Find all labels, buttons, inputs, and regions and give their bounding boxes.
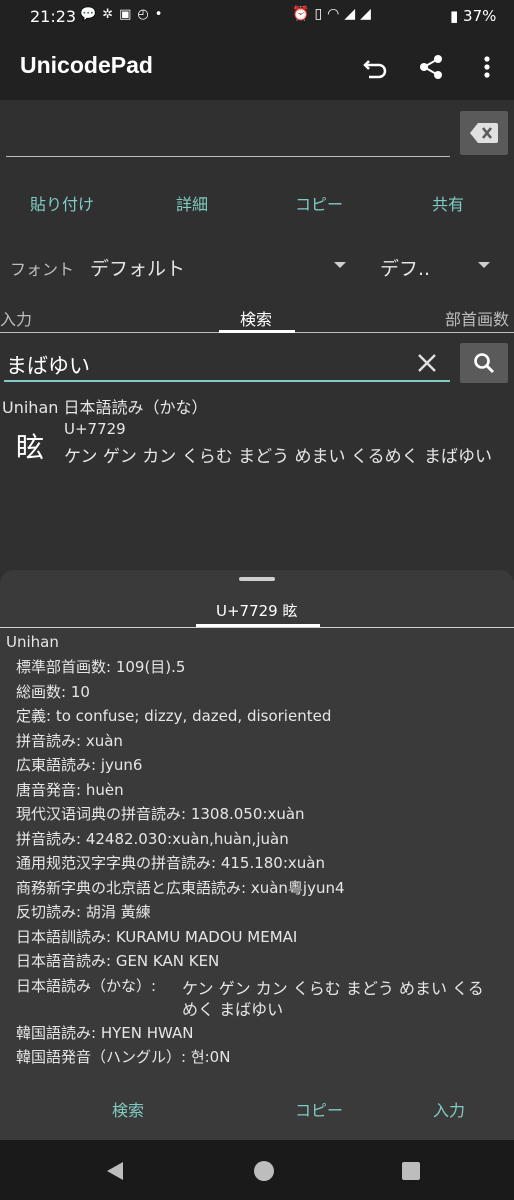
backspace-button[interactable] <box>460 111 508 155</box>
font-dropdown-2[interactable]: デフ.. <box>376 248 496 282</box>
main-panel: 貼り付け 詳細 コピー 共有 フォント デフォルト デフ.. 入力 検索 部首画… <box>0 100 514 570</box>
result-glyph: 眩 <box>16 431 45 464</box>
navigation-bar <box>0 1140 514 1200</box>
undo-icon[interactable] <box>360 52 390 82</box>
back-icon[interactable] <box>104 1160 126 1182</box>
search-input[interactable]: まばゆい <box>4 344 450 384</box>
font-dropdown-2-value: デフ.. <box>380 258 431 280</box>
font-label: フォント <box>10 260 75 279</box>
result-code: U+7729 <box>64 420 126 438</box>
copy-button[interactable]: コピー <box>295 191 343 215</box>
dot-icon: • <box>154 7 169 22</box>
info-line: 通用规范汉字字典の拼音読み: 415.180:xuàn <box>16 854 325 872</box>
more-options-icon[interactable] <box>472 52 502 82</box>
kana-value-line2: めく まばゆい <box>182 1000 284 1019</box>
info-line: 拼音読み: xuàn <box>16 731 123 750</box>
signal2-icon: ◢ <box>360 6 376 22</box>
clear-icon[interactable] <box>416 352 438 374</box>
info-line: 定義: to confuse; dizzy, dazed, disoriente… <box>16 707 332 725</box>
app-bar: UnicodePad <box>0 34 514 100</box>
app-title: UnicodePad <box>20 52 153 78</box>
char-input[interactable] <box>6 110 450 154</box>
info-line: 唐音発音: huèn <box>16 780 124 799</box>
share-icon[interactable] <box>416 52 446 82</box>
tab-indicator <box>219 330 295 333</box>
status-bar: 21:23 💬✲▣◴• ⏰▯◠◢◢ ▮ 37% <box>0 0 514 34</box>
info-line: 反切読み: 胡涓 黃練 <box>16 903 151 921</box>
info-line: 拼音読み: 42482.030:xuàn,huàn,juàn <box>16 829 289 848</box>
tab-input[interactable]: 入力 <box>0 306 32 330</box>
system-icons: ⏰▯◠◢◢ <box>292 6 376 22</box>
status-time: 21:23 <box>30 7 77 26</box>
share-button[interactable]: 共有 <box>432 191 464 215</box>
font-dropdown-value: デフォルト <box>90 258 186 280</box>
char-input-underline <box>6 156 450 157</box>
detail-button[interactable]: 詳細 <box>176 191 208 215</box>
search-query: まばゆい <box>6 354 90 378</box>
paste-button[interactable]: 貼り付け <box>30 191 94 215</box>
timer-icon: ◴ <box>137 7 155 22</box>
calendar-icon: ▣ <box>119 7 138 22</box>
chat-icon: 💬 <box>80 7 103 22</box>
dropdown-arrow-icon <box>334 262 346 268</box>
vibrate-icon: ▯ <box>314 6 328 22</box>
tab-radical[interactable]: 部首画数 <box>445 306 509 330</box>
recents-icon[interactable] <box>401 1161 421 1181</box>
detail-bottom-sheet: U+7729 眩 Unihan 標準部首画数: 109(目).5 総画数: 10 定… <box>0 570 514 1140</box>
search-button[interactable] <box>460 343 508 383</box>
kana-label: 日本語読み（かな）: <box>16 977 157 995</box>
sheet-section-title: Unihan <box>6 633 59 651</box>
signal-icon: ◢ <box>344 6 361 22</box>
result-item[interactable]: 眩 U+7729 ケン ゲン カン くらむ まどう めまい くるめく まばゆい <box>0 418 514 474</box>
wifi-icon: ◠ <box>327 6 345 22</box>
sheet-divider <box>0 627 514 628</box>
korean-hangul: 韓国語発音（ハングル）: 현:0N <box>16 1048 231 1066</box>
search-input-underline <box>4 380 450 382</box>
notification-icons: 💬✲▣◴• <box>80 7 168 22</box>
dropdown-arrow-icon <box>478 262 490 268</box>
info-line: 総画数: 10 <box>16 682 90 701</box>
font-dropdown[interactable]: デフォルト <box>86 248 356 282</box>
battery-icon: ▮ <box>450 7 459 25</box>
drag-handle[interactable] <box>239 577 275 581</box>
battery-level: 37% <box>463 7 497 25</box>
result-reading: ケン ゲン カン くらむ まどう めまい くるめく まばゆい <box>64 447 492 467</box>
tab-search[interactable]: 検索 <box>240 306 272 330</box>
home-icon[interactable] <box>253 1160 275 1182</box>
info-line: 現代汉语词典の拼音読み: 1308.050:xuàn <box>16 805 305 823</box>
info-line: 標準部首画数: 109(目).5 <box>16 658 186 676</box>
korean-reading: 韓国語読み: HYEN HWAN <box>16 1024 194 1042</box>
info-line: 広東語読み: jyun6 <box>16 756 143 774</box>
info-line: 日本語音読み: GEN KAN KEN <box>16 952 220 970</box>
battery: ▮ 37% <box>450 7 496 25</box>
sheet-copy-button[interactable]: コピー <box>295 1097 343 1121</box>
result-section-title: Unihan 日本語読み（かな） <box>2 398 208 417</box>
alarm-icon: ⏰ <box>292 6 315 22</box>
info-line: 日本語訓読み: KURAMU MADOU MEMAI <box>16 927 298 946</box>
slack-icon: ✲ <box>102 7 120 22</box>
search-icon <box>474 353 494 373</box>
info-line: 商務新字典の北京語と広東語読み: xuàn粵jyun4 <box>16 878 345 897</box>
sheet-search-button[interactable]: 検索 <box>112 1097 144 1121</box>
backspace-icon <box>470 123 498 143</box>
sheet-input-button[interactable]: 入力 <box>433 1097 465 1121</box>
sheet-tab[interactable]: U+7729 眩 <box>216 600 298 621</box>
